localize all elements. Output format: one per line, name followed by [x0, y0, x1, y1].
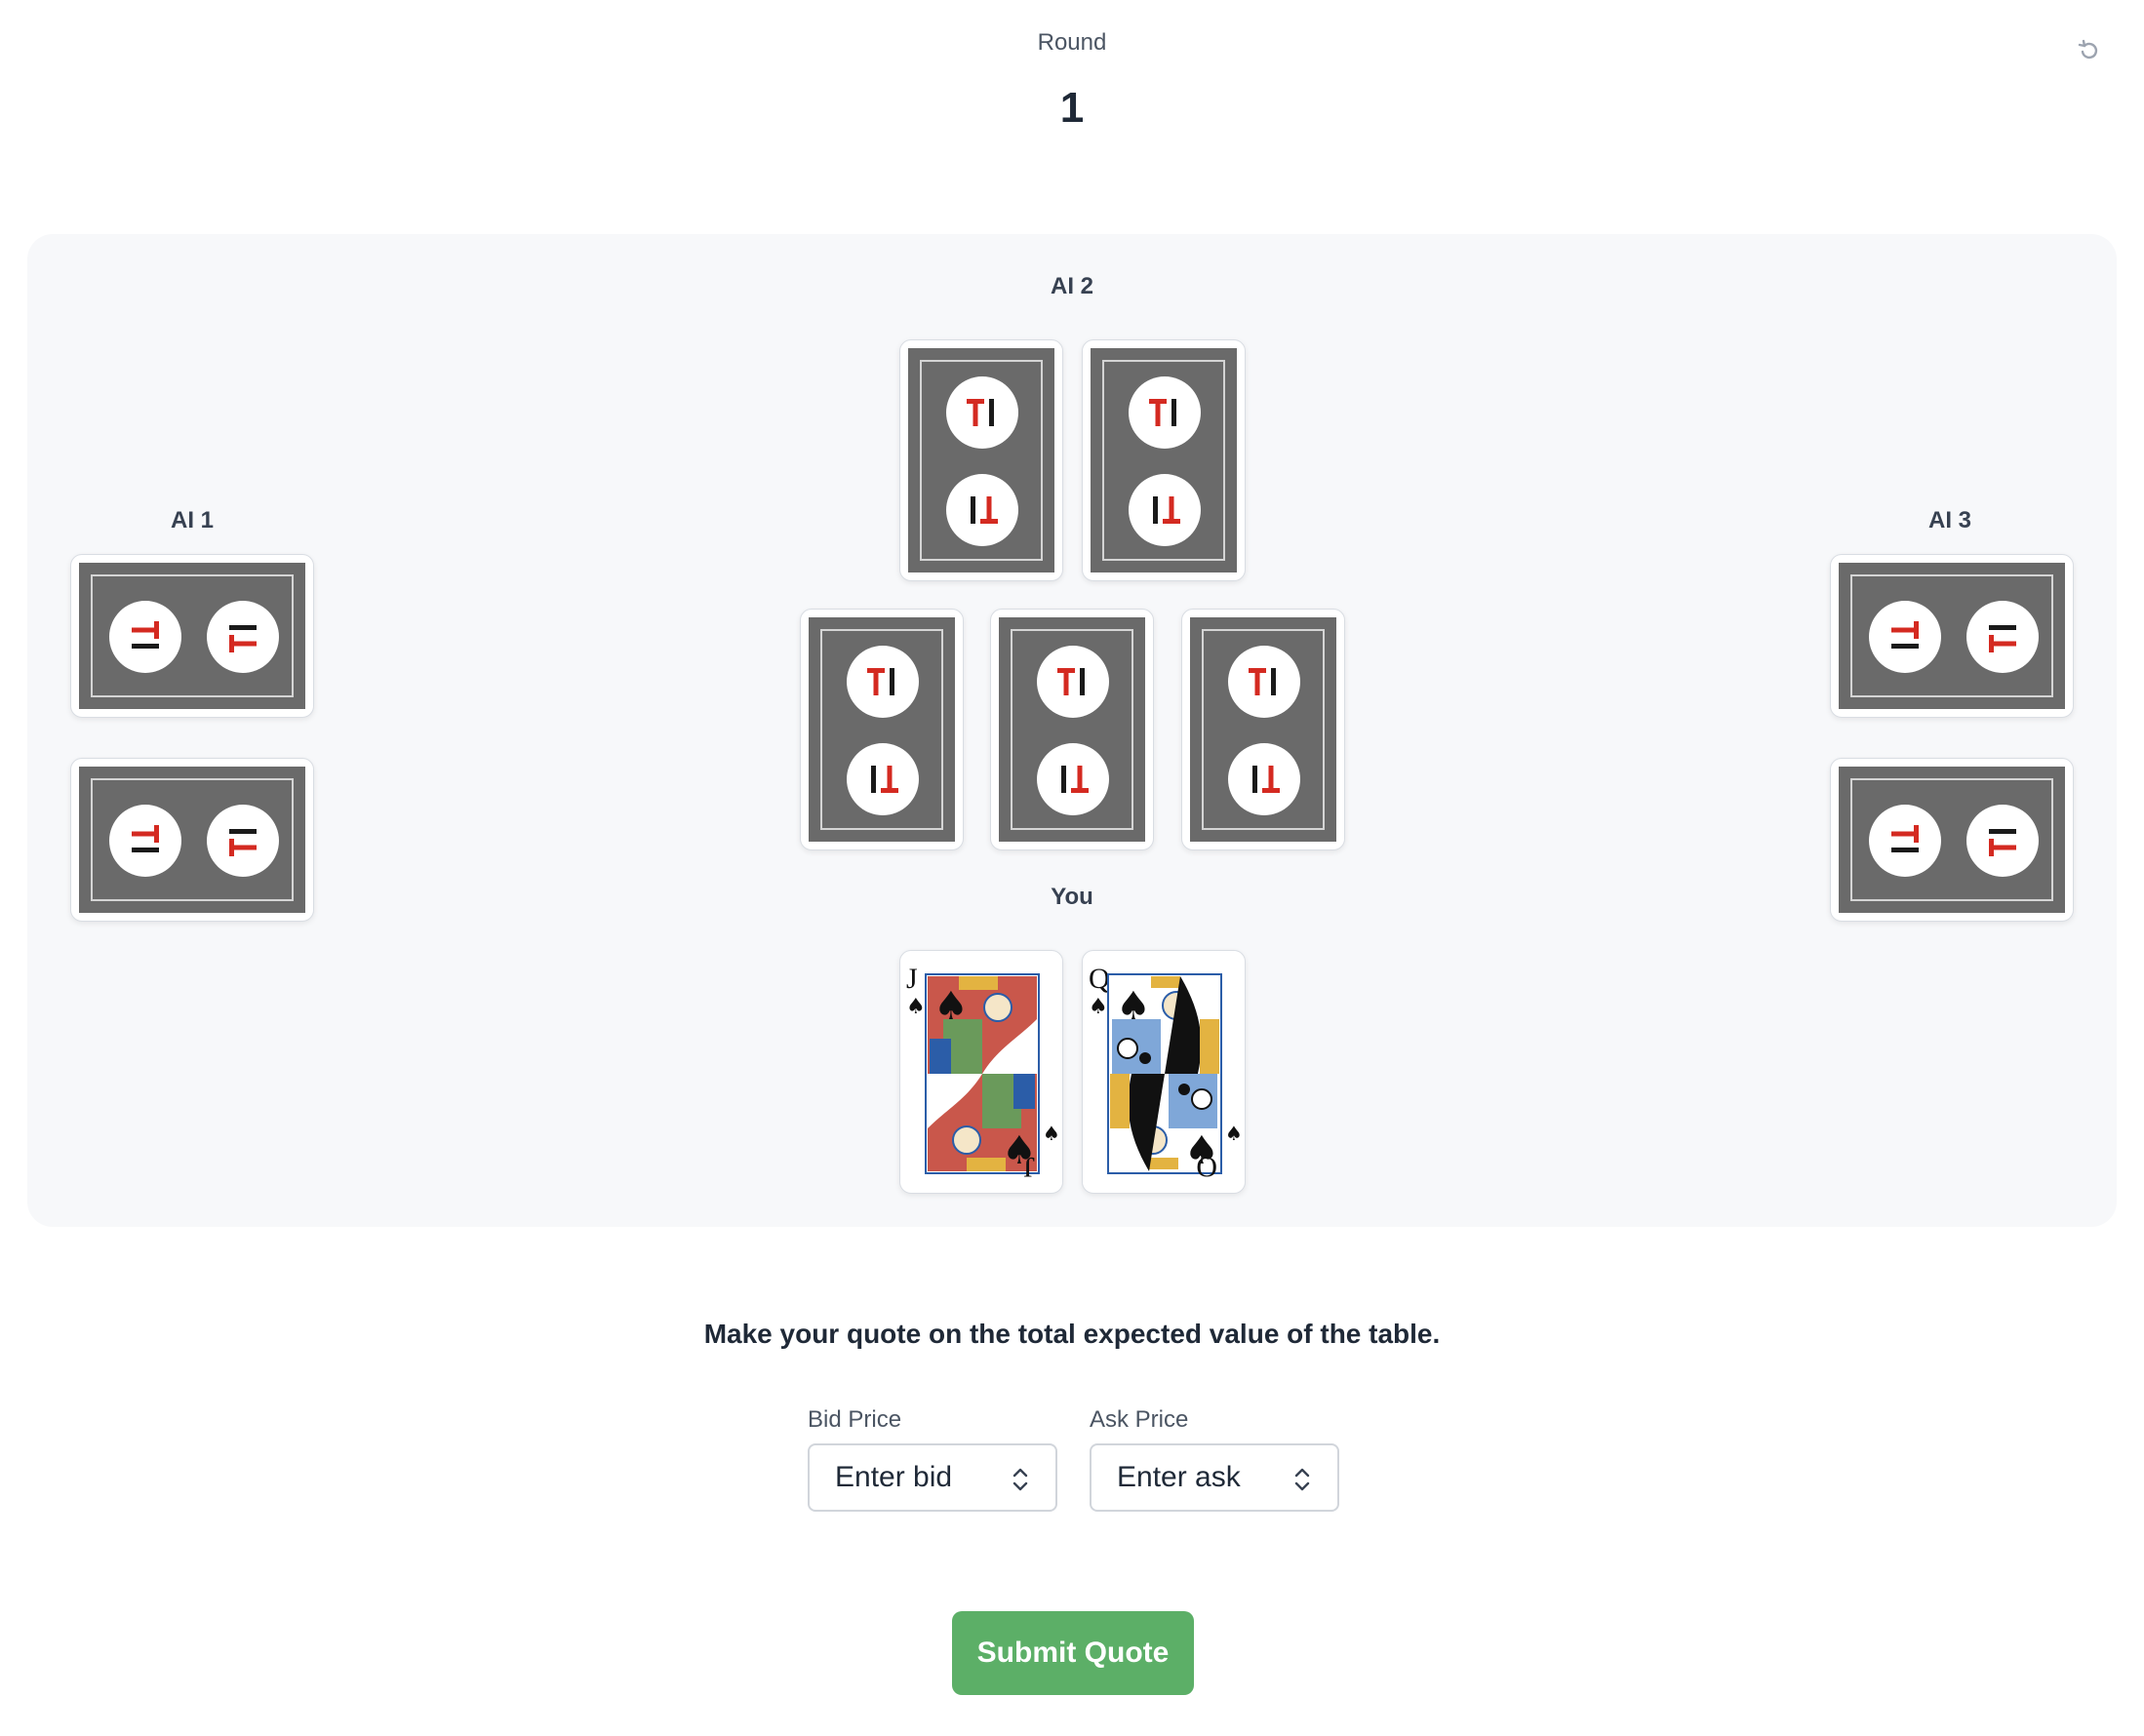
- svg-text:♠: ♠: [933, 984, 969, 1029]
- card-rank: Q: [1089, 963, 1110, 995]
- ti-logo-icon: [109, 601, 181, 673]
- ti-logo-icon: [1869, 601, 1941, 673]
- ti-logo-icon: [847, 743, 919, 815]
- ai1-card-back: [70, 758, 314, 922]
- svg-text:Q: Q: [1196, 1151, 1217, 1183]
- ti-logo-icon: [946, 474, 1018, 546]
- svg-text:♠: ♠: [1089, 995, 1108, 1019]
- ask-price-field[interactable]: [1090, 1443, 1339, 1512]
- ti-logo-icon: [1966, 601, 2039, 673]
- your-card-queen-spades: Q ♠ ♠ ♠ Q ♠: [1082, 950, 1246, 1194]
- ai3-card-back: [1830, 758, 2074, 922]
- ai1-card-back: [70, 554, 314, 718]
- ti-logo-icon: [1869, 805, 1941, 877]
- community-card-back: [990, 609, 1154, 850]
- ti-logo-icon: [1129, 474, 1201, 546]
- round-label: Round: [1037, 29, 1107, 56]
- submit-quote-button[interactable]: Submit Quote: [952, 1611, 1194, 1695]
- ai2-card-back: [1082, 339, 1246, 581]
- svg-text:J: J: [1023, 1151, 1035, 1183]
- community-card-back: [1181, 609, 1345, 850]
- player-label-ai2: AI 2: [1050, 273, 1093, 299]
- reset-icon: [2078, 39, 2098, 59]
- stepper-icon[interactable]: [1009, 1461, 1032, 1498]
- ti-logo-icon: [1966, 805, 2039, 877]
- svg-text:♠: ♠: [906, 995, 926, 1019]
- reset-button[interactable]: [2072, 33, 2105, 66]
- ti-logo-icon: [847, 646, 919, 718]
- quote-prompt: Make your quote on the total expected va…: [703, 1319, 1441, 1349]
- ti-logo-icon: [109, 805, 181, 877]
- stepper-icon[interactable]: [1290, 1461, 1314, 1498]
- ask-price-label: Ask Price: [1090, 1406, 1189, 1433]
- community-card-back: [800, 609, 964, 850]
- svg-text:♠: ♠: [1116, 984, 1151, 1029]
- ti-logo-icon: [946, 376, 1018, 449]
- bid-price-field[interactable]: [808, 1443, 1057, 1512]
- ti-logo-icon: [207, 805, 279, 877]
- your-card-jack-spades: J ♠ ♠ ♠ J ♠: [899, 950, 1063, 1194]
- player-label-ai1: AI 1: [170, 507, 214, 533]
- ti-logo-icon: [1228, 743, 1300, 815]
- ti-logo-icon: [1228, 646, 1300, 718]
- svg-text:♠: ♠: [1225, 1122, 1243, 1145]
- bid-price-label: Bid Price: [808, 1406, 902, 1433]
- ai3-card-back: [1830, 554, 2074, 718]
- ai2-card-back: [899, 339, 1063, 581]
- ti-logo-icon: [1037, 646, 1109, 718]
- player-label-you: You: [1051, 884, 1093, 910]
- round-number: 1: [1059, 84, 1085, 132]
- svg-text:♠: ♠: [1043, 1122, 1060, 1145]
- player-label-ai3: AI 3: [1927, 507, 1971, 533]
- ti-logo-icon: [1129, 376, 1201, 449]
- card-rank: J: [906, 963, 918, 995]
- ti-logo-icon: [207, 601, 279, 673]
- ti-logo-icon: [1037, 743, 1109, 815]
